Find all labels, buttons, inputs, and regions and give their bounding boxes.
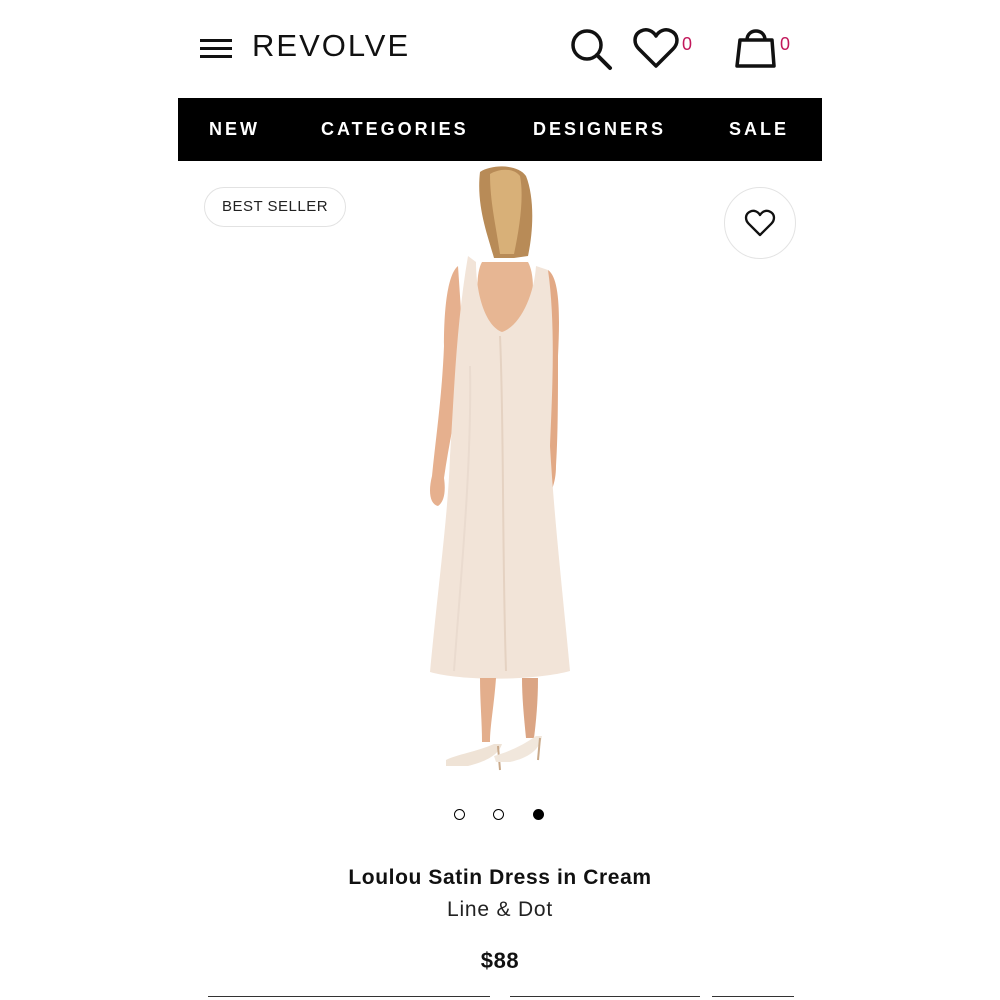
- site-header: REVOLVE 0 0: [0, 0, 1000, 98]
- pagination-dot-2[interactable]: [493, 809, 504, 820]
- product-price: $88: [480, 948, 520, 973]
- product-brand[interactable]: Line & Dot: [0, 898, 1000, 922]
- nav-item-designers[interactable]: DESIGNERS: [533, 98, 666, 161]
- add-to-favorites-button[interactable]: [724, 187, 796, 259]
- best-seller-badge: BEST SELLER: [204, 187, 346, 227]
- menu-icon[interactable]: [198, 36, 234, 62]
- pagination-dot-1[interactable]: [454, 809, 465, 820]
- nav-item-sale[interactable]: SALE: [729, 98, 789, 161]
- bottom-controls-edge: [0, 996, 1000, 1000]
- nav-item-categories[interactable]: CATEGORIES: [321, 98, 469, 161]
- image-pagination: [452, 808, 552, 824]
- product-title: Loulou Satin Dress in Cream: [348, 866, 652, 889]
- main-nav: NEW CATEGORIES DESIGNERS SALE: [178, 98, 822, 161]
- shopping-bag-icon[interactable]: [733, 24, 779, 70]
- pagination-dot-3-active[interactable]: [533, 809, 544, 820]
- nav-item-new[interactable]: NEW: [209, 98, 260, 161]
- heart-icon: [744, 209, 776, 237]
- search-icon[interactable]: [568, 26, 614, 72]
- logo[interactable]: REVOLVE: [252, 28, 410, 64]
- product-image[interactable]: [410, 166, 590, 781]
- wishlist-heart-icon[interactable]: [632, 26, 680, 70]
- bag-count: 0: [780, 34, 791, 54]
- wishlist-count: 0: [682, 34, 693, 54]
